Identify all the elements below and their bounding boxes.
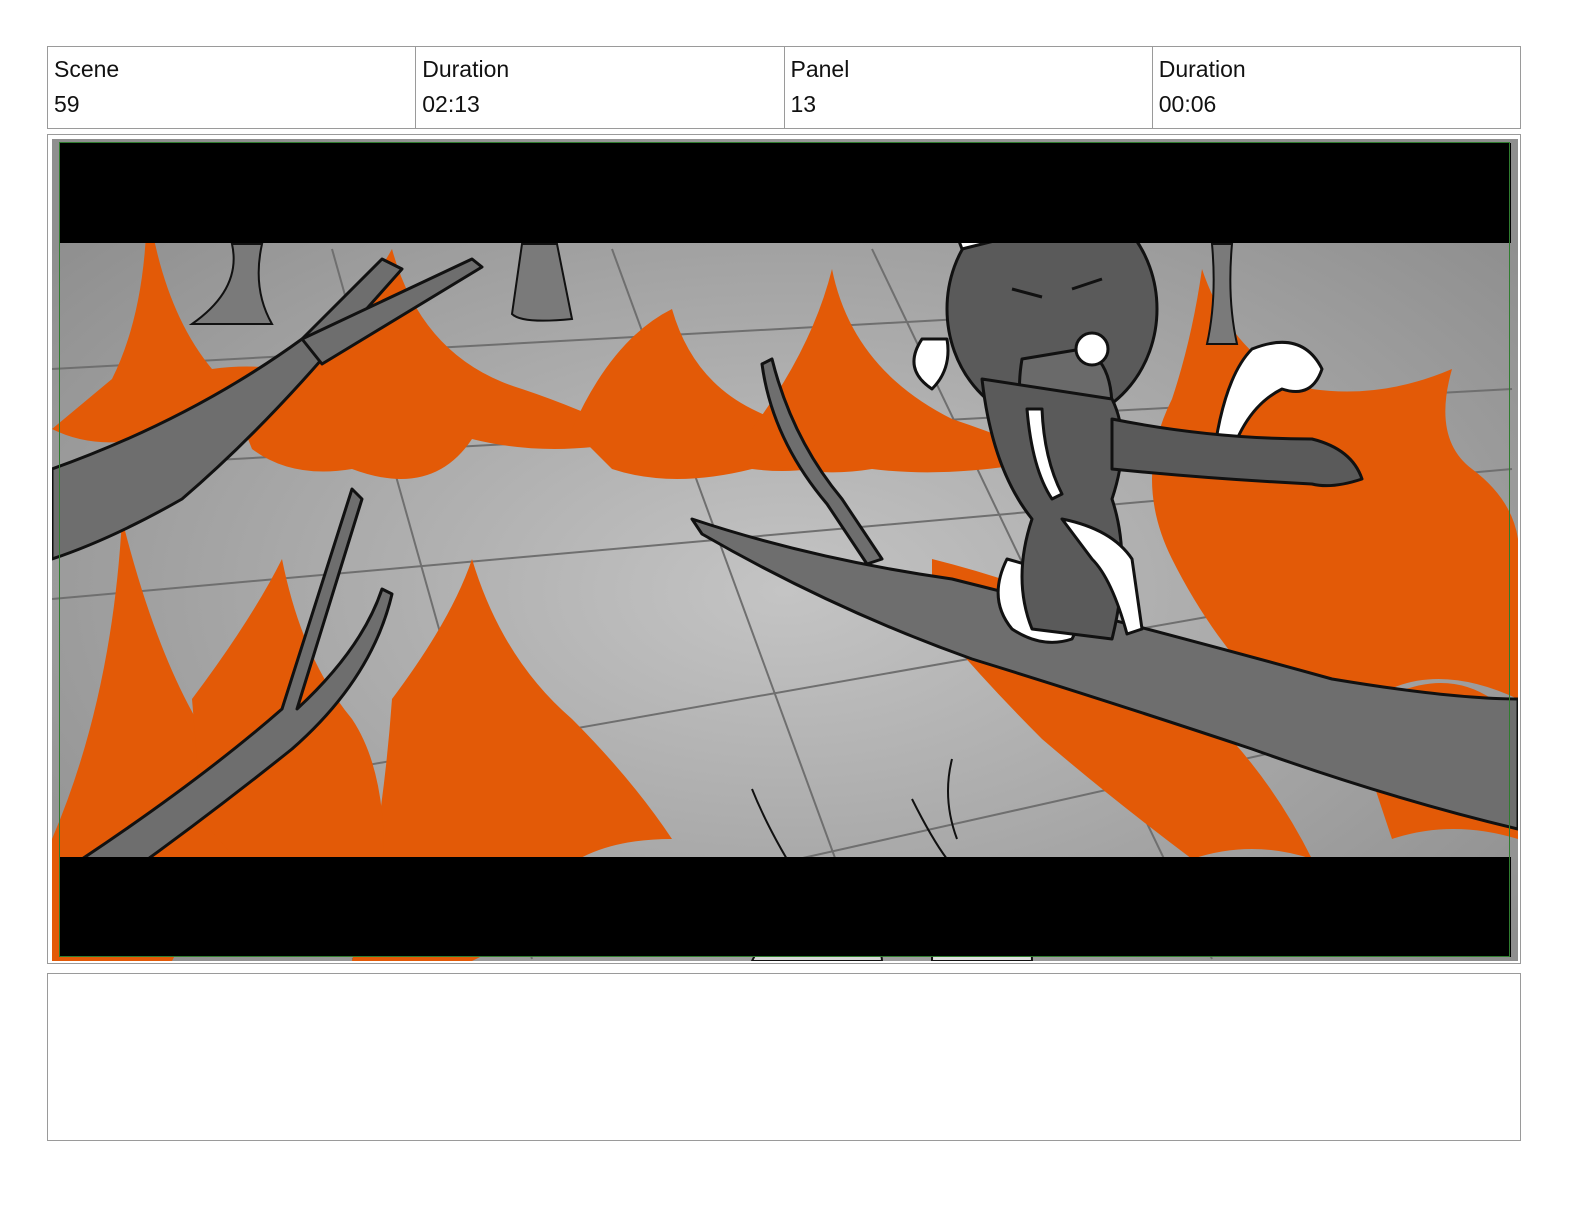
- scene-duration-label: Duration: [422, 56, 510, 82]
- scene-duration-value: 02:13: [422, 91, 480, 117]
- scene-label: Scene: [54, 56, 120, 82]
- notes-area[interactable]: [47, 973, 1521, 1141]
- panel-label: Panel: [790, 56, 850, 82]
- letterbox-bottom: [60, 857, 1511, 957]
- panel-duration-label: Duration: [1158, 56, 1246, 82]
- scene-cell: Scene 59: [48, 47, 417, 128]
- panel-cell: Panel 13: [785, 47, 1153, 128]
- scene-value: 59: [54, 91, 80, 117]
- panel-duration-value: 00:06: [1158, 91, 1217, 117]
- storyboard-frame: [47, 134, 1521, 964]
- panel-header: Scene 59 Duration 02:13 Panel 13 Duratio…: [47, 46, 1521, 129]
- letterbox-top: [60, 143, 1511, 243]
- panel-value: 13: [790, 91, 817, 117]
- scene-duration-cell: Duration 02:13: [416, 47, 785, 128]
- storyboard-drawing: [52, 139, 1518, 961]
- panel-duration-cell: Duration 00:06: [1153, 47, 1520, 128]
